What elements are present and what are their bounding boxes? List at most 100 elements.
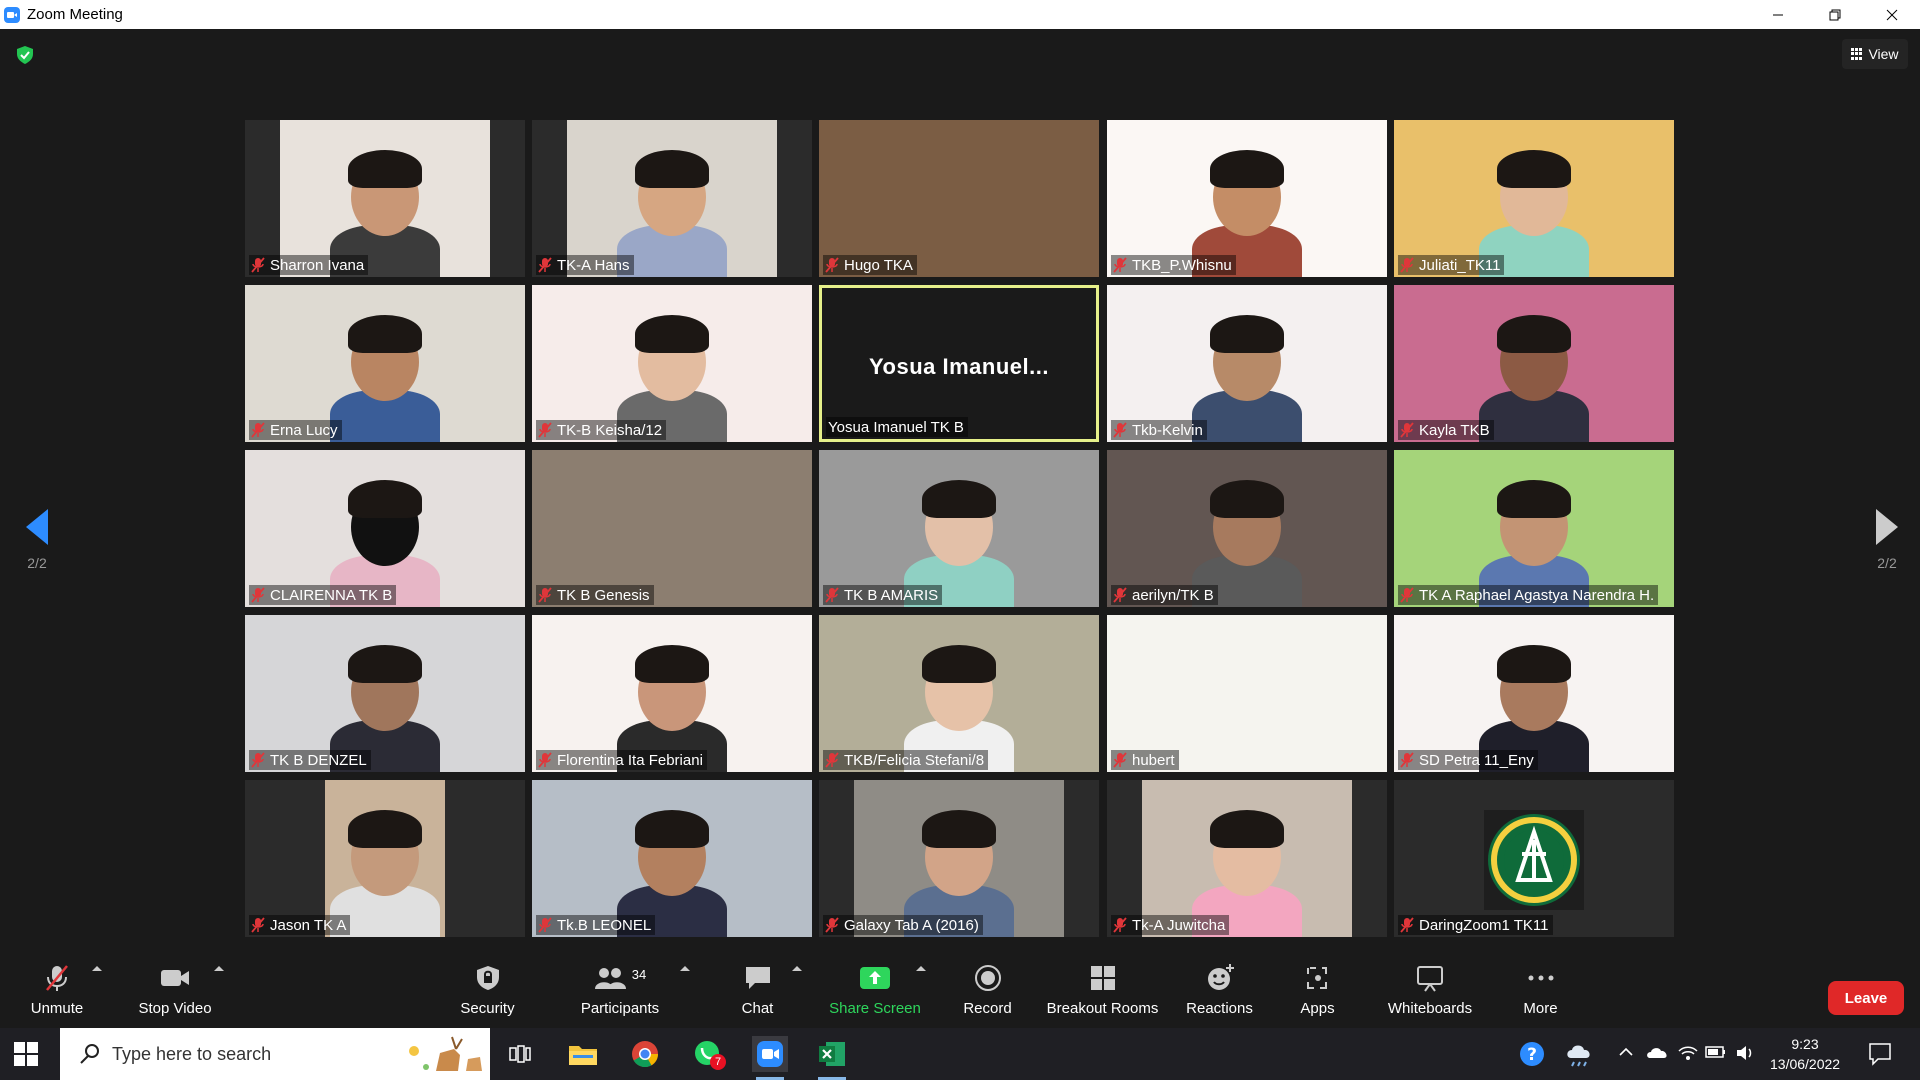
file-explorer-button[interactable] <box>565 1036 601 1072</box>
video-options-caret[interactable] <box>214 966 224 971</box>
participant-name-label: TKB/Felicia Stefani/8 <box>823 750 989 770</box>
wifi-icon[interactable] <box>1677 1044 1699 1067</box>
task-view-icon <box>509 1045 531 1063</box>
share-screen-icon <box>860 967 890 989</box>
whatsapp-button[interactable]: 7 <box>690 1036 726 1072</box>
view-label: View <box>1868 46 1899 62</box>
participant-name-label: DaringZoom1 TK11 <box>1398 915 1553 935</box>
participant-video-tile[interactable]: aerilyn/TK B <box>1107 450 1387 607</box>
participant-name: Tk.B LEONEL <box>557 916 652 934</box>
security-button[interactable]: Security <box>450 962 525 1022</box>
participant-video-tile[interactable]: SD Petra 11_Eny <box>1394 615 1674 772</box>
encryption-shield-icon[interactable] <box>17 46 33 64</box>
volume-icon[interactable] <box>1735 1044 1757 1067</box>
participant-video-tile[interactable]: Juliati_TK11 <box>1394 120 1674 277</box>
participant-name-label: hubert <box>1111 750 1179 770</box>
participants-options-caret[interactable] <box>680 966 690 971</box>
participant-name: aerilyn/TK B <box>1132 586 1214 604</box>
view-button[interactable]: View <box>1842 39 1908 69</box>
participant-video-tile[interactable]: TKB_P.Whisnu <box>1107 120 1387 277</box>
share-screen-button[interactable]: Share Screen <box>825 962 925 1022</box>
restore-button[interactable] <box>1806 0 1863 29</box>
participant-video-tile[interactable]: TK A Raphael Agastya Narendra H. <box>1394 450 1674 607</box>
zoom-taskbar-button[interactable] <box>752 1036 788 1080</box>
stop-video-button[interactable]: Stop Video <box>130 962 220 1022</box>
participant-video-tile[interactable]: TKB/Felicia Stefani/8 <box>819 615 1099 772</box>
share-options-caret[interactable] <box>916 966 926 971</box>
school-logo-icon <box>1484 810 1584 910</box>
audio-options-caret[interactable] <box>92 966 102 971</box>
window-controls <box>1749 0 1920 29</box>
participants-icon <box>594 968 626 989</box>
next-page-button[interactable]: 2/2 <box>1857 509 1917 571</box>
muted-microphone-icon <box>1400 752 1414 768</box>
task-view-button[interactable] <box>502 1036 538 1072</box>
apps-button[interactable]: Apps <box>1295 962 1340 1022</box>
reactions-button[interactable]: Reactions <box>1182 962 1257 1022</box>
participant-video-tile[interactable]: TK B AMARIS <box>819 450 1099 607</box>
help-icon[interactable]: ? <box>1518 1040 1548 1075</box>
unmute-button[interactable]: Unmute <box>22 962 92 1022</box>
participant-name: Sharron Ivana <box>270 256 365 274</box>
muted-microphone-icon <box>538 752 552 768</box>
reactions-smiley-icon <box>1207 964 1234 990</box>
share-screen-label: Share Screen <box>829 1000 921 1017</box>
participant-video-tile[interactable]: DaringZoom1 TK11 <box>1394 780 1674 937</box>
breakout-rooms-button[interactable]: Breakout Rooms <box>1045 962 1160 1022</box>
battery-icon[interactable] <box>1705 1044 1727 1065</box>
notification-center-icon[interactable] <box>1868 1042 1892 1071</box>
record-button[interactable]: Record <box>955 962 1020 1022</box>
reactions-label: Reactions <box>1186 1000 1253 1017</box>
minimize-button[interactable] <box>1749 0 1806 29</box>
participant-hair <box>1497 150 1571 188</box>
windows-taskbar: 7 ? 9:23 13/06/2022 <box>0 1028 1920 1080</box>
chat-button[interactable]: Chat <box>735 962 780 1022</box>
participant-video-tile[interactable]: Florentina Ita Febriani <box>532 615 812 772</box>
windows-start-button[interactable] <box>14 1042 38 1066</box>
muted-microphone-icon <box>538 257 552 273</box>
svg-text:?: ? <box>1527 1045 1537 1065</box>
participant-video-tile[interactable]: TK B Genesis <box>532 450 812 607</box>
participant-video-tile[interactable]: Tk.B LEONEL <box>532 780 812 937</box>
participant-video-tile[interactable]: hubert <box>1107 615 1387 772</box>
participant-video-tile[interactable]: Hugo TKA <box>819 120 1099 277</box>
participant-video-tile[interactable]: Jason TK A <box>245 780 525 937</box>
chat-options-caret[interactable] <box>792 966 802 971</box>
participant-video-tile[interactable]: TK B DENZEL <box>245 615 525 772</box>
search-input[interactable] <box>112 1043 372 1065</box>
muted-microphone-icon <box>825 587 839 603</box>
minimize-icon <box>1772 14 1783 15</box>
participant-hair <box>348 645 422 683</box>
participant-video-tile[interactable]: Yosua Imanuel... Yosua Imanuel TK B <box>819 285 1099 442</box>
participant-video-tile[interactable]: Galaxy Tab A (2016) <box>819 780 1099 937</box>
muted-microphone-icon <box>1113 752 1127 768</box>
participant-video-tile[interactable]: CLAIRENNA TK B <box>245 450 525 607</box>
whiteboards-button[interactable]: Whiteboards <box>1385 962 1475 1022</box>
participants-label: Participants <box>580 1000 660 1017</box>
participant-video-tile[interactable]: TK-A Hans <box>532 120 812 277</box>
taskbar-search-box[interactable] <box>60 1028 490 1080</box>
participant-video-tile[interactable]: Erna Lucy <box>245 285 525 442</box>
participants-count: 34 <box>631 966 647 982</box>
muted-microphone-icon <box>1400 917 1414 933</box>
participant-video-tile[interactable]: Sharron Ivana <box>245 120 525 277</box>
excel-button[interactable] <box>814 1036 850 1080</box>
muted-microphone-icon <box>825 257 839 273</box>
chrome-button[interactable] <box>627 1036 663 1072</box>
participants-button[interactable]: 34 Participants <box>575 962 665 1022</box>
participant-video-tile[interactable]: TK-B Keisha/12 <box>532 285 812 442</box>
leave-button[interactable]: Leave <box>1828 981 1904 1015</box>
onedrive-icon[interactable] <box>1646 1044 1670 1065</box>
previous-page-button[interactable]: 2/2 <box>7 509 67 571</box>
chevron-up-icon[interactable] <box>1618 1044 1634 1065</box>
system-clock[interactable]: 9:23 13/06/2022 <box>1770 1034 1840 1074</box>
participant-video-tile[interactable]: Kayla TKB <box>1394 285 1674 442</box>
participant-name: Hugo TKA <box>844 256 913 274</box>
participant-name-label: Florentina Ita Febriani <box>536 750 707 770</box>
weather-cloud-icon[interactable] <box>1565 1040 1597 1073</box>
participant-video-tile[interactable]: Tk-A Juwitcha <box>1107 780 1387 937</box>
close-button[interactable] <box>1863 0 1920 29</box>
more-label: More <box>1523 1000 1558 1017</box>
more-button[interactable]: More <box>1518 962 1563 1022</box>
participant-video-tile[interactable]: Tkb-Kelvin <box>1107 285 1387 442</box>
